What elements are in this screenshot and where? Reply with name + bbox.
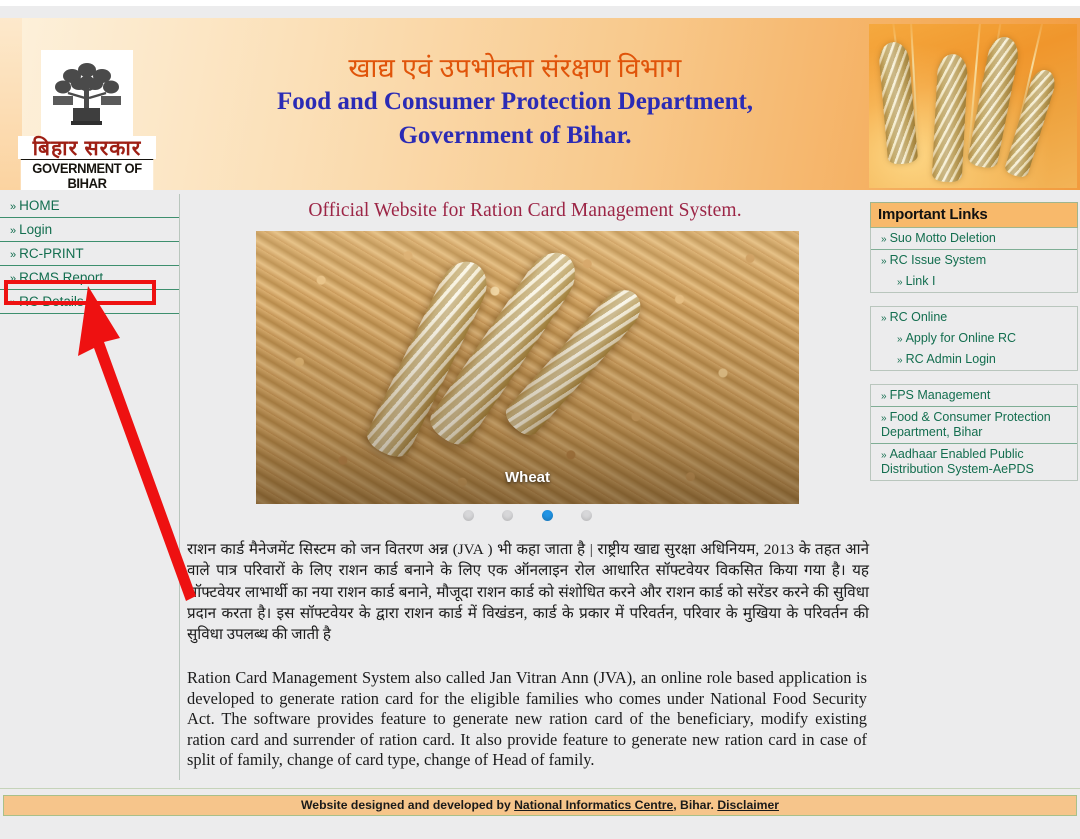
chevron-double-right-icon: » — [881, 413, 886, 424]
carousel-dot-4[interactable] — [581, 510, 593, 522]
main-column: Official Website for Ration Card Managem… — [181, 194, 869, 780]
chevron-double-right-icon: » — [897, 355, 902, 366]
chevron-double-right-icon: » — [881, 391, 886, 402]
links-group-3: » FPS Management » Food & Consumer Protect… — [870, 384, 1078, 481]
left-navigation: » HOME » Login » RC-PRINT » RCMS Report » RC … — [0, 194, 180, 780]
link-label: Aadhaar Enabled Public Distribution Syst… — [881, 447, 1034, 476]
page-root: बिहार सरकार GOVERNMENT OF BIHAR खाद्य एव… — [0, 0, 1080, 839]
description-paragraph-hindi: राशन कार्ड मैनेजमेंट सिस्टम को जन वितरण … — [187, 541, 869, 644]
sidebar-item-rc-print[interactable]: » RC-PRINT — [0, 242, 179, 266]
link-aadhaar-enabled-public-distribution-system[interactable]: » Aadhaar Enabled Public Distribution Sys… — [871, 444, 1077, 480]
link-link-i[interactable]: » Link I — [871, 271, 1077, 292]
site-header: बिहार सरकार GOVERNMENT OF BIHAR खाद्य एव… — [0, 18, 1080, 190]
bihar-government-emblem-icon — [41, 50, 133, 136]
content-area: » HOME » Login » RC-PRINT » RCMS Report » RC … — [0, 194, 1080, 780]
carousel-dot-3[interactable] — [541, 510, 553, 522]
link-label: Food & Consumer Protection Department, B… — [881, 410, 1051, 439]
chevron-double-right-icon: » — [881, 234, 886, 245]
link-label: FPS Management — [889, 388, 991, 402]
sidebar-item-label: HOME — [19, 198, 60, 213]
chevron-double-right-icon: » — [897, 334, 902, 345]
sidebar-item-label: RCMS Report — [19, 270, 104, 285]
sidebar-item-label: RC Details — [19, 294, 84, 309]
links-spacer — [870, 371, 1078, 384]
carousel-caption: Wheat — [505, 469, 550, 486]
important-links-panel: Important Links » Suo Motto Deletion » RC … — [870, 202, 1078, 481]
footer-link-disclaimer[interactable]: Disclaimer — [717, 798, 779, 812]
link-label: RC Issue System — [889, 253, 987, 267]
sidebar-item-label: RC-PRINT — [19, 246, 84, 261]
chevron-double-right-icon: » — [10, 273, 16, 285]
description-paragraph-english: Ration Card Management System also calle… — [187, 668, 867, 770]
important-links-header: Important Links — [870, 202, 1078, 228]
link-label: Link I — [905, 274, 936, 288]
link-label: Apply for Online RC — [905, 331, 1017, 345]
header-title-english-line1: Food and Consumer Protection Department, — [276, 88, 754, 115]
chevron-double-right-icon: » — [881, 450, 886, 461]
header-title-block: खाद्य एवं उपभोक्ता संरक्षण विभाग Food an… — [170, 48, 860, 153]
link-apply-for-online-rc[interactable]: » Apply for Online RC — [871, 328, 1077, 349]
carousel-vignette — [256, 231, 799, 504]
link-label: RC Online — [889, 310, 948, 324]
chevron-double-right-icon: » — [10, 249, 16, 261]
link-rc-issue-system[interactable]: » RC Issue System — [871, 250, 1077, 271]
header-title-english-line2: Government of Bihar. — [398, 121, 632, 149]
links-group-1: » Suo Motto Deletion » RC Issue System » Li… — [870, 228, 1078, 293]
chevron-double-right-icon: » — [10, 201, 16, 213]
header-title-hindi: खाद्य एवं उपभोक्ता संरक्षण विभाग — [348, 53, 682, 83]
government-logo: बिहार सरकार GOVERNMENT OF BIHAR — [18, 50, 156, 190]
footer-separator — [0, 788, 1080, 789]
link-food-consumer-protection-department[interactable]: » Food & Consumer Protection Department, … — [871, 407, 1077, 444]
sidebar-item-home[interactable]: » HOME — [0, 194, 179, 218]
chevron-double-right-icon: » — [881, 313, 886, 324]
link-label: RC Admin Login — [905, 352, 996, 366]
chevron-double-right-icon: » — [10, 297, 16, 309]
links-group-2: » RC Online » Apply for Online RC » RC Admi… — [870, 306, 1078, 371]
link-fps-management[interactable]: » FPS Management — [871, 385, 1077, 407]
link-label: Suo Motto Deletion — [889, 231, 996, 245]
carousel-dot-indicators — [256, 507, 799, 525]
sidebar-item-login[interactable]: » Login — [0, 218, 179, 242]
links-spacer — [870, 293, 1078, 306]
wheat-ears-banner-image — [869, 24, 1077, 188]
carousel-dot-2[interactable] — [502, 510, 514, 522]
link-suo-motto-deletion[interactable]: » Suo Motto Deletion — [871, 228, 1077, 250]
carousel-dot-1[interactable] — [462, 510, 474, 522]
page-title: Official Website for Ration Card Managem… — [308, 200, 742, 221]
footer-prefix: Website designed and developed by — [301, 798, 515, 812]
logo-english-text: GOVERNMENT OF BIHAR — [20, 159, 154, 190]
sidebar-item-label: Login — [19, 222, 53, 237]
chevron-double-right-icon: » — [897, 277, 902, 288]
footer-link-nic[interactable]: National Informatics Centre — [514, 798, 673, 812]
logo-hindi-text: बिहार सरकार — [18, 136, 156, 159]
site-footer: Website designed and developed by Nation… — [3, 795, 1077, 816]
chevron-double-right-icon: » — [10, 225, 16, 237]
footer-middle: , Bihar. — [673, 798, 718, 812]
sidebar-item-rc-details[interactable]: » RC Details — [0, 290, 179, 314]
image-carousel[interactable]: Wheat — [256, 231, 799, 504]
sidebar-item-rcms-report[interactable]: » RCMS Report — [0, 266, 179, 290]
link-rc-online[interactable]: » RC Online — [871, 307, 1077, 328]
chevron-double-right-icon: » — [881, 256, 886, 267]
link-rc-admin-login[interactable]: » RC Admin Login — [871, 349, 1077, 370]
